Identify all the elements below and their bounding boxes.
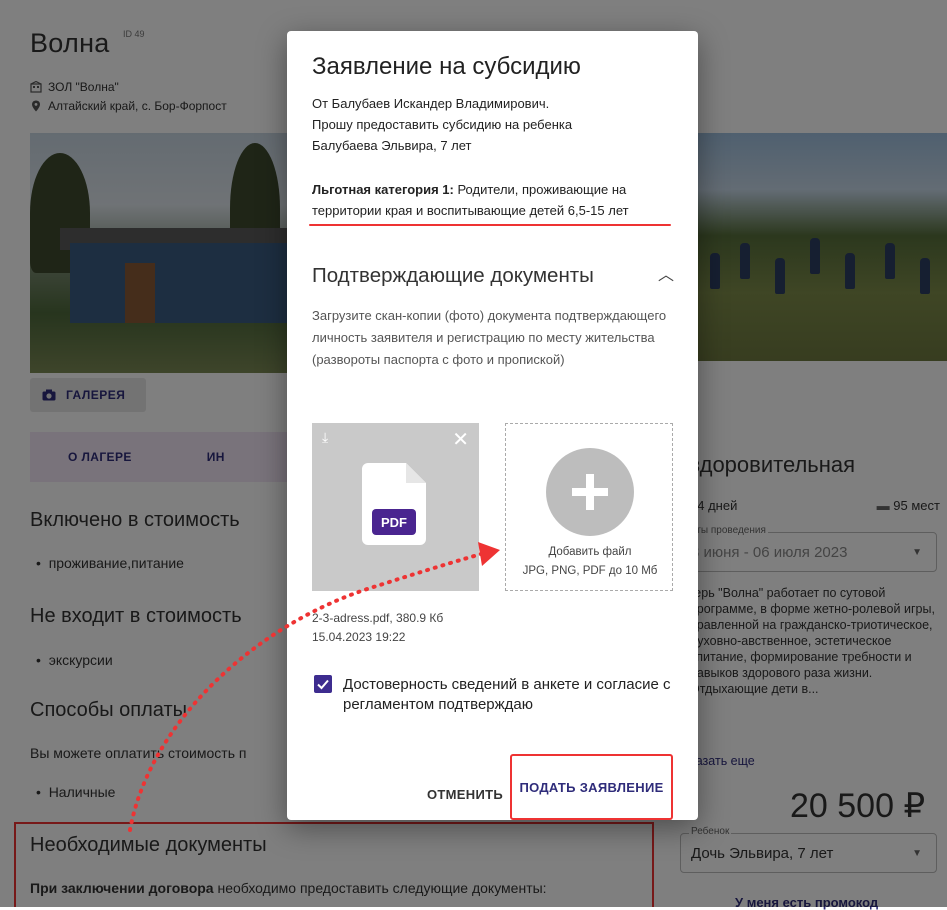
applicant-line-1: От Балубаев Искандер Владимирович. (312, 96, 550, 111)
add-file-label: Добавить файл (548, 546, 632, 558)
chevron-up-icon[interactable]: ︿ (658, 261, 674, 285)
applicant-line-3: Балубаева Эльвира, 7 лет (312, 138, 472, 153)
close-icon[interactable]: ✕ (452, 427, 469, 452)
submit-label: ПОДАТЬ ЗАЯВЛЕНИЕ (519, 779, 664, 795)
docs-section-title[interactable]: Подтверждающие документы (312, 264, 594, 288)
category-underline (309, 224, 671, 226)
file-info: 2-3-adress.pdf, 380.9 Кб 15.04.2023 19:2… (312, 609, 443, 647)
cancel-button[interactable]: ОТМЕНИТЬ (427, 787, 503, 802)
add-file-dropzone[interactable]: Добавить файл JPG, PNG, PDF до 10 Мб (505, 423, 673, 591)
category-text: Льготная категория 1: Родители, проживаю… (312, 179, 682, 221)
applicant-line-2: Прошу предоставить субсидию на ребенка (312, 117, 573, 132)
dialog-title: Заявление на субсидию (312, 53, 581, 80)
plus-icon[interactable] (546, 448, 634, 536)
applicant-text: От Балубаев Искандер Владимирович. Прошу… (312, 93, 682, 156)
check-icon (317, 679, 329, 690)
add-file-formats: JPG, PNG, PDF до 10 Мб (522, 565, 658, 577)
subsidy-dialog: Заявление на субсидию От Балубаев Исканд… (287, 31, 698, 820)
file-name: 2-3-adress.pdf, 380.9 Кб (312, 611, 444, 625)
uploaded-file-card[interactable]: ⤓ ✕ PDF (312, 423, 479, 591)
category-label: Льготная категория 1: (312, 182, 454, 197)
download-icon[interactable]: ⤓ (322, 429, 328, 446)
docs-help-text: Загрузите скан-копии (фото) документа по… (312, 308, 667, 367)
file-date: 15.04.2023 19:22 (312, 630, 406, 644)
submit-button[interactable]: ПОДАТЬ ЗАЯВЛЕНИЕ (510, 754, 673, 820)
pdf-file-icon: PDF (362, 463, 426, 545)
pdf-badge: PDF (372, 509, 416, 535)
consent-label[interactable]: Достоверность сведений в анкете и соглас… (343, 675, 678, 715)
consent-checkbox[interactable] (314, 675, 332, 693)
